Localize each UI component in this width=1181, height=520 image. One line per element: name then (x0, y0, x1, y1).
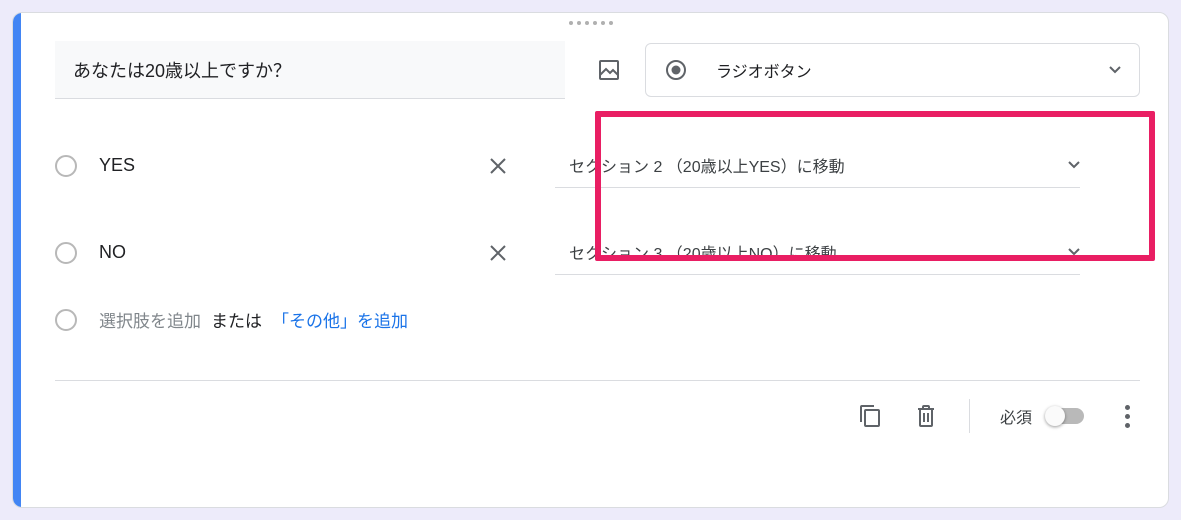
radio-circle-icon (55, 309, 77, 331)
options-container: YES セクション 2 （20歳以上YES）に移動 NO (55, 139, 1140, 332)
add-other-button[interactable]: 「その他」を追加 (272, 307, 408, 332)
goto-section-select[interactable]: セクション 3 （20歳以上NO）に移動 (555, 230, 1080, 275)
goto-section-select[interactable]: セクション 2 （20歳以上YES）に移動 (555, 143, 1080, 188)
image-icon (597, 58, 621, 82)
chevron-down-icon (1109, 66, 1121, 74)
remove-option-button[interactable] (489, 244, 507, 262)
dot-icon (1125, 423, 1130, 428)
copy-icon (859, 404, 881, 428)
goto-label: セクション 2 （20歳以上YES）に移動 (569, 153, 845, 177)
radio-circle-icon (55, 155, 77, 177)
goto-label: セクション 3 （20歳以上NO）に移動 (569, 240, 837, 264)
required-toggle[interactable] (1046, 408, 1084, 424)
delete-button[interactable] (913, 403, 939, 429)
chevron-down-icon (1068, 248, 1080, 256)
radio-icon (664, 58, 688, 82)
dot-icon (1125, 405, 1130, 410)
trash-icon (915, 404, 937, 428)
question-title-input[interactable] (55, 41, 565, 99)
close-icon (489, 244, 507, 262)
chevron-down-icon (1068, 161, 1080, 169)
divider (55, 380, 1140, 381)
add-option-button[interactable]: 選択肢を追加 (99, 307, 201, 332)
add-or-text: または (211, 307, 262, 332)
add-image-button[interactable] (595, 56, 623, 84)
required-control: 必須 (1000, 404, 1084, 428)
type-label: ラジオボタン (716, 58, 812, 82)
duplicate-button[interactable] (857, 403, 883, 429)
header-row: ラジオボタン (55, 41, 1140, 99)
add-option-row: 選択肢を追加 または 「その他」を追加 (55, 307, 1140, 332)
vertical-divider (969, 399, 970, 433)
radio-circle-icon (55, 242, 77, 264)
dot-icon (1125, 414, 1130, 419)
question-type-select[interactable]: ラジオボタン (645, 43, 1140, 97)
option-row: NO セクション 3 （20歳以上NO）に移動 (55, 226, 1140, 279)
more-options-button[interactable] (1114, 405, 1140, 428)
drag-handle-icon[interactable] (569, 21, 613, 25)
option-row: YES セクション 2 （20歳以上YES）に移動 (55, 139, 1140, 192)
required-label: 必須 (1000, 404, 1032, 428)
option-text-input[interactable]: YES (99, 155, 489, 176)
close-icon (489, 157, 507, 175)
card-content: ラジオボタン YES セクション 2 （20歳以上YES）に移動 (13, 13, 1168, 507)
option-text-input[interactable]: NO (99, 242, 489, 263)
toggle-knob (1045, 406, 1065, 426)
question-card: ラジオボタン YES セクション 2 （20歳以上YES）に移動 (12, 12, 1169, 508)
remove-option-button[interactable] (489, 157, 507, 175)
footer-row: 必須 (55, 399, 1140, 449)
